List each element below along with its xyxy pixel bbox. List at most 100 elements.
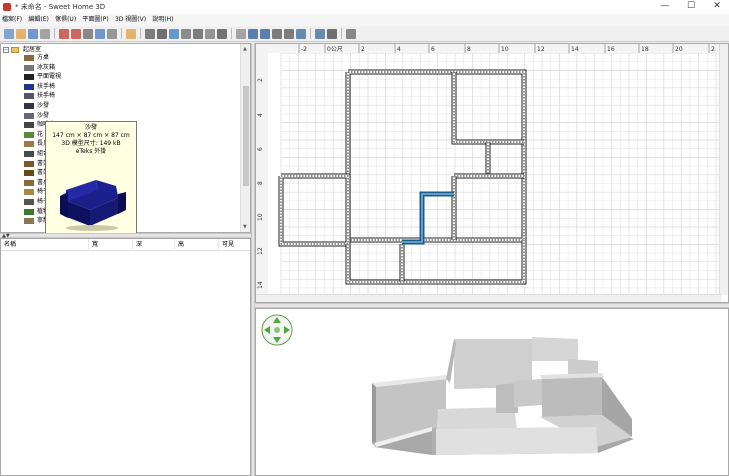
toolbar-separator bbox=[54, 28, 55, 39]
new-icon[interactable] bbox=[4, 28, 14, 39]
catalog-item[interactable]: 平面電視 bbox=[1, 73, 239, 81]
furniture-thumbnail-icon bbox=[24, 141, 34, 148]
pan-icon[interactable] bbox=[157, 28, 167, 39]
furniture-thumbnail-icon bbox=[24, 179, 34, 186]
left-ruler-label: 4 bbox=[257, 113, 264, 117]
plan-horizontal-scrollbar[interactable] bbox=[256, 294, 721, 302]
open-icon[interactable] bbox=[16, 28, 26, 39]
tooltip-model-size: 3D 模型尺寸: 149 kB bbox=[61, 140, 121, 147]
catalog-item[interactable]: 冰灰箱 bbox=[1, 64, 239, 72]
column-height-header[interactable]: 高 bbox=[175, 239, 219, 251]
minimize-button[interactable]: — bbox=[652, 0, 678, 14]
column-visible-header[interactable]: 可見 bbox=[219, 239, 252, 251]
top-ruler-label: 14 bbox=[571, 46, 579, 53]
create-photo-icon[interactable] bbox=[315, 28, 325, 39]
3d-house-model bbox=[372, 337, 634, 455]
furniture-thumbnail-icon bbox=[24, 64, 34, 71]
catalog-scrollbar[interactable]: ▲ ▼ bbox=[240, 44, 250, 232]
furniture-thumbnail-icon bbox=[24, 74, 34, 81]
menu-help[interactable]: 說明(H) bbox=[150, 14, 175, 26]
create-video-icon[interactable] bbox=[327, 28, 337, 39]
catalog-item[interactable]: 扶手椅 bbox=[1, 83, 239, 91]
wall-upper-right bbox=[451, 72, 524, 145]
tooltip-creator: eTeks 外掛 bbox=[75, 148, 107, 155]
save-icon[interactable] bbox=[28, 28, 38, 39]
menu-3d-view[interactable]: 3D 視圖(V) bbox=[113, 14, 148, 26]
wall-left-room bbox=[278, 173, 351, 247]
window-title: * 未命名 - Sweet Home 3D bbox=[15, 3, 106, 11]
catalog-item-label: 沙發 bbox=[37, 102, 50, 109]
create-polylines-icon[interactable] bbox=[193, 28, 203, 39]
left-ruler-label: 12 bbox=[257, 247, 264, 255]
furniture-thumbnail-icon bbox=[24, 131, 34, 138]
close-button[interactable]: ✕ bbox=[704, 0, 729, 14]
menu-plan[interactable]: 平面圖(P) bbox=[80, 14, 110, 26]
increase-text-icon[interactable] bbox=[260, 28, 270, 39]
top-ruler-label: 6 bbox=[431, 46, 435, 53]
catalog-item-label: 扶手椅 bbox=[37, 92, 56, 100]
top-ruler-label: 0公尺 bbox=[327, 46, 343, 53]
furniture-thumbnail-icon bbox=[24, 160, 34, 167]
zoom-in-icon[interactable] bbox=[284, 28, 294, 39]
undo-icon[interactable] bbox=[59, 28, 69, 39]
redo-icon[interactable] bbox=[71, 28, 81, 39]
maximize-button[interactable]: ☐ bbox=[678, 0, 704, 14]
catalog-item-label: 冰灰箱 bbox=[37, 63, 56, 71]
menu-edit[interactable]: 編輯(E) bbox=[26, 14, 50, 26]
left-ruler-label: 14 bbox=[257, 281, 264, 289]
furniture-table[interactable]: 名稱 寬 深 高 可見 bbox=[0, 238, 252, 476]
plan-vertical-scrollbar[interactable] bbox=[719, 44, 728, 295]
catalog-item-label: 扶手椅 bbox=[37, 82, 56, 90]
left-ruler-label: 6 bbox=[257, 147, 264, 151]
scrollbar-thumb[interactable] bbox=[243, 86, 249, 186]
catalog-item[interactable]: 沙發 bbox=[1, 112, 239, 120]
select-icon[interactable] bbox=[145, 28, 155, 39]
toolbar-separator bbox=[231, 28, 232, 39]
catalog-item[interactable]: 方桌 bbox=[1, 54, 239, 62]
toolbar bbox=[0, 26, 729, 42]
zoom-out-icon[interactable] bbox=[296, 28, 306, 39]
catalog-item[interactable]: 扶手椅 bbox=[1, 92, 239, 100]
menu-bar: 檔案(F) 編輯(E) 傢俱(U) 平面圖(P) 3D 視圖(V) 說明(H) bbox=[0, 14, 729, 26]
cut-tool-icon[interactable] bbox=[40, 28, 50, 39]
add-text-icon[interactable] bbox=[217, 28, 227, 39]
column-depth-header[interactable]: 深 bbox=[133, 239, 175, 251]
tooltip-dimensions: 147 cm × 87 cm × 87 cm bbox=[52, 132, 130, 139]
copy-icon[interactable] bbox=[95, 28, 105, 39]
column-width-header[interactable]: 寬 bbox=[89, 239, 133, 251]
scroll-down-icon[interactable]: ▼ bbox=[243, 224, 247, 230]
menu-file[interactable]: 檔案(F) bbox=[0, 14, 24, 26]
text-style-bold-icon[interactable] bbox=[236, 28, 246, 39]
furniture-thumbnail-icon bbox=[24, 103, 34, 109]
furniture-thumbnail-icon bbox=[24, 112, 34, 119]
collapse-toggle-icon[interactable]: − bbox=[3, 47, 9, 53]
cut-icon[interactable] bbox=[83, 28, 93, 39]
left-ruler-label: 8 bbox=[257, 181, 264, 185]
paste-icon[interactable] bbox=[107, 28, 117, 39]
column-name-header[interactable]: 名稱 bbox=[1, 239, 89, 251]
furniture-tooltip: 沙發 147 cm × 87 cm × 87 cm 3D 模型尺寸: 149 k… bbox=[45, 121, 137, 243]
top-ruler bbox=[256, 44, 721, 53]
furniture-thumbnail-icon bbox=[24, 199, 34, 205]
text-style-italic-icon[interactable] bbox=[248, 28, 258, 39]
menu-furniture[interactable]: 傢俱(U) bbox=[53, 14, 78, 26]
furniture-thumbnail-icon bbox=[24, 122, 34, 129]
top-ruler-label: 4 bbox=[397, 46, 401, 53]
help-icon[interactable] bbox=[346, 28, 356, 39]
create-dimensions-icon[interactable] bbox=[205, 28, 215, 39]
top-ruler-label: 2 bbox=[361, 46, 365, 53]
scroll-up-icon[interactable]: ▲ bbox=[243, 46, 247, 52]
3d-view[interactable] bbox=[255, 308, 729, 476]
catalog-category-row[interactable]: − 起居室 bbox=[1, 46, 241, 54]
catalog-item[interactable]: 沙發 bbox=[1, 102, 239, 110]
catalog-item-label: 花 bbox=[37, 130, 44, 138]
add-furniture-icon[interactable] bbox=[126, 28, 136, 39]
plan-canvas[interactable]: -2 0公尺 2 4 6 8 10 12 14 16 18 20 22468101214 bbox=[256, 44, 729, 303]
toolbar-separator bbox=[310, 28, 311, 39]
category-label: 起居室 bbox=[23, 46, 42, 53]
top-ruler-label: -2 bbox=[301, 46, 307, 53]
decrease-text-icon[interactable] bbox=[272, 28, 282, 39]
plan-view[interactable]: -2 0公尺 2 4 6 8 10 12 14 16 18 20 2 2 4 6 8 10 12 14 bbox=[255, 43, 729, 303]
create-walls-icon[interactable] bbox=[169, 28, 179, 39]
create-rooms-icon[interactable] bbox=[181, 28, 191, 39]
